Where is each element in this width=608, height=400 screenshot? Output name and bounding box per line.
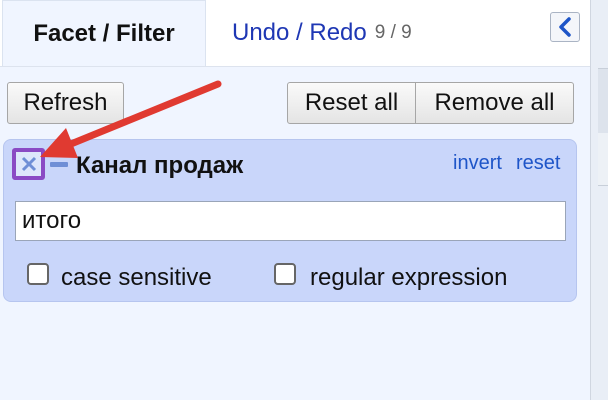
close-icon (21, 156, 36, 172)
tab-bar: Facet / Filter Undo / Redo 9 / 9 (0, 0, 590, 67)
facet-reset-link[interactable]: reset (516, 152, 560, 175)
facet-header: Канал продаж invert reset (4, 140, 576, 188)
undo-count: 9 / 9 (374, 22, 412, 43)
right-panel-row (598, 133, 608, 186)
right-panel-header (598, 68, 608, 134)
reset-all-button[interactable]: Reset all (287, 82, 416, 124)
case-sensitive-label: case sensitive (61, 264, 212, 291)
chevron-left-icon (559, 17, 571, 37)
right-panel-edge (590, 0, 608, 400)
facet-search-input[interactable] (15, 201, 566, 241)
tab-undo-redo-label: Undo / Redo (232, 19, 367, 46)
tab-facet-filter[interactable]: Facet / Filter (2, 0, 206, 66)
remove-all-button[interactable]: Remove all (416, 82, 574, 124)
case-sensitive-checkbox[interactable] (27, 263, 49, 285)
text-facet: Канал продаж invert reset case sensitive… (3, 139, 577, 302)
facet-invert-link[interactable]: invert (453, 152, 502, 175)
regular-expression-checkbox[interactable] (274, 263, 296, 285)
minimize-icon[interactable] (50, 162, 68, 167)
refresh-button[interactable]: Refresh (7, 82, 124, 124)
facet-title: Канал продаж (76, 152, 244, 179)
left-panel: Facet / Filter Undo / Redo 9 / 9 Refresh… (0, 0, 590, 400)
facet-remove-button[interactable] (12, 148, 45, 180)
tab-undo-redo[interactable]: Undo / Redo 9 / 9 (232, 0, 432, 66)
regular-expression-label: regular expression (310, 264, 508, 291)
tab-facet-filter-label: Facet / Filter (33, 19, 175, 47)
collapse-panel-button[interactable] (550, 12, 580, 42)
